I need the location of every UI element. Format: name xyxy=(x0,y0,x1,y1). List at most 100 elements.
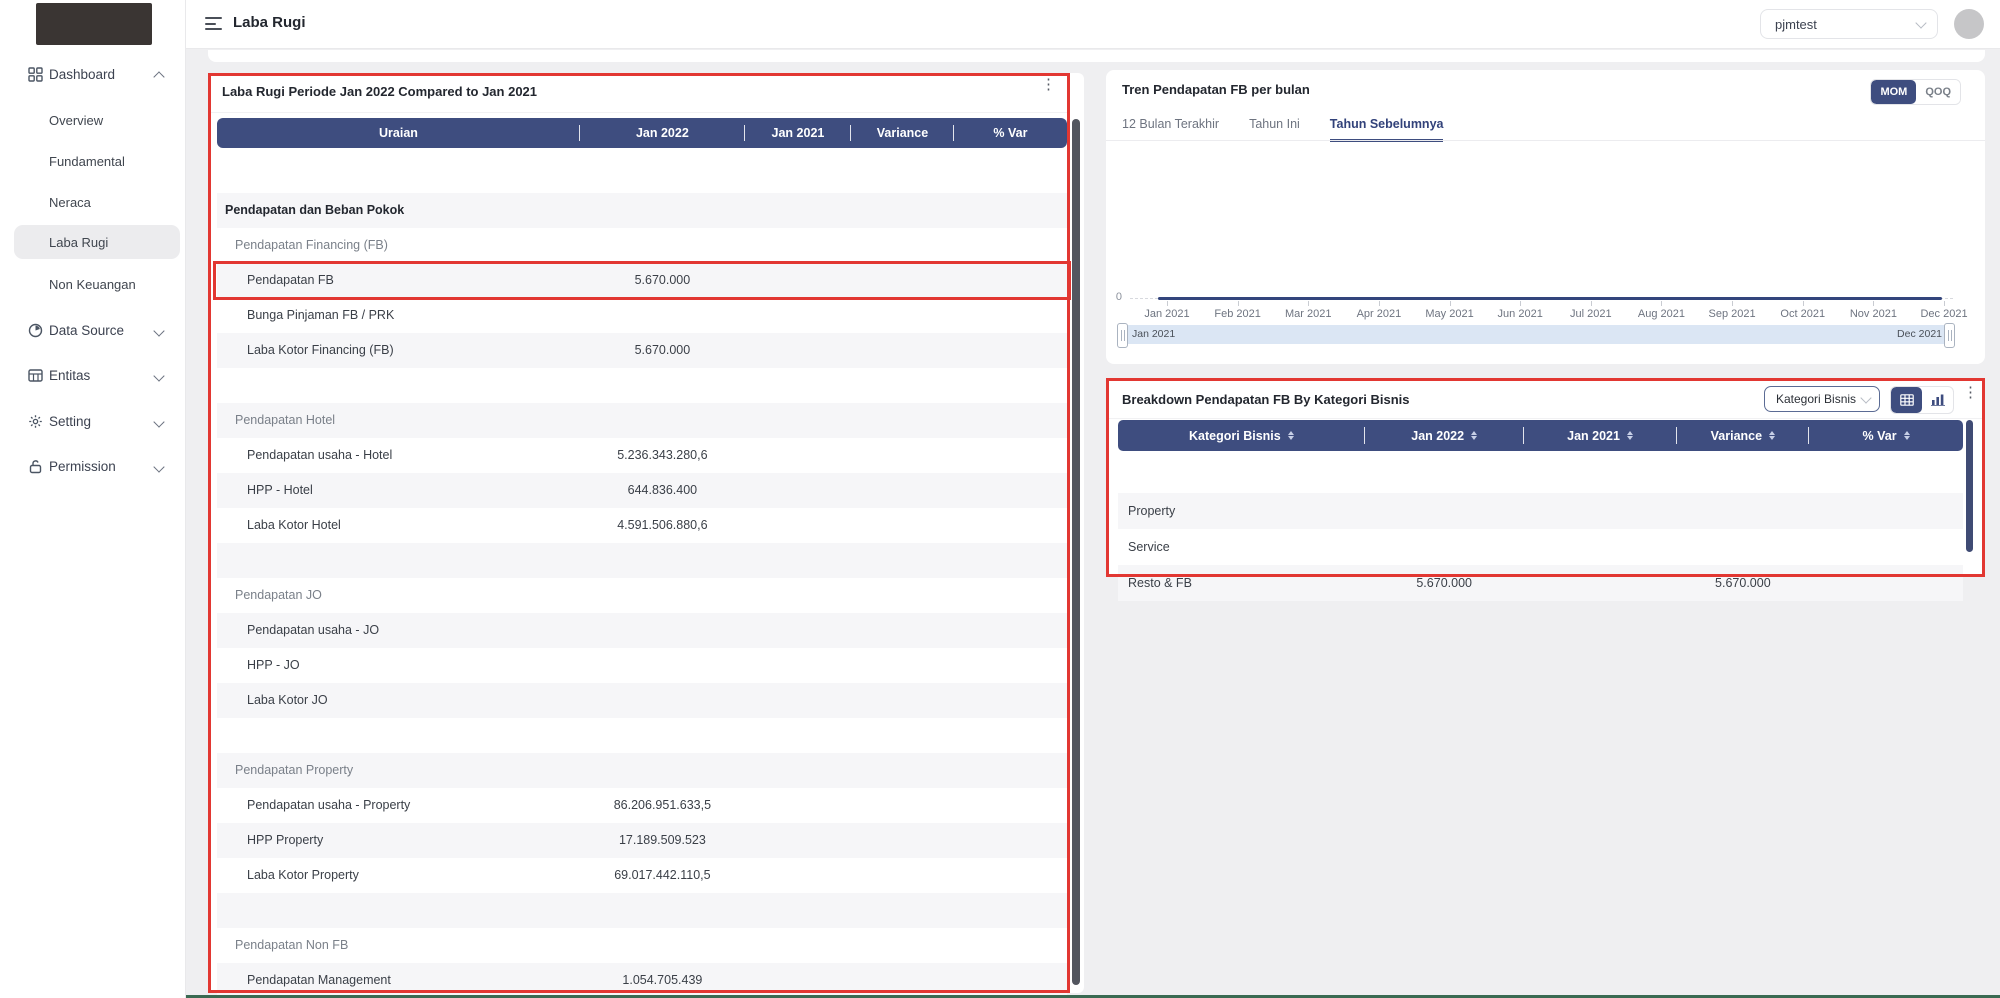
sidebar: Dashboard Overview Fundamental Neraca Laba R… xyxy=(0,0,186,998)
menu-collapse-icon[interactable] xyxy=(205,17,222,30)
sidebar-item-label: Laba Rugi xyxy=(49,235,108,250)
x-axis-tick xyxy=(1450,301,1451,306)
kebab-menu-icon[interactable]: ⋮ xyxy=(1963,390,1978,395)
sidebar-item-data-source[interactable]: Data Source xyxy=(0,313,185,347)
table-row-pendapatan-non-fb: Pendapatan Non FB xyxy=(217,928,1067,963)
table-row-pendapatan-management[interactable]: Pendapatan Management1.054.705.439 xyxy=(217,963,1067,998)
sort-icon[interactable] xyxy=(1627,431,1633,441)
column-header-jan-2022[interactable]: Jan 2022 xyxy=(1365,420,1524,451)
table-row-laba-kotor-financing-fb-[interactable]: Laba Kotor Financing (FB)5.670.000 xyxy=(217,333,1067,368)
row-label: Pendapatan Management xyxy=(247,973,391,987)
table-row-pendapatan-property: Pendapatan Property xyxy=(217,753,1067,788)
chevron-down-icon xyxy=(153,325,164,336)
table-row-laba-kotor-hotel[interactable]: Laba Kotor Hotel4.591.506.880,6 xyxy=(217,508,1067,543)
table-row-pendapatan-jo: Pendapatan JO xyxy=(217,578,1067,613)
laba-rugi-table-panel: Laba Rugi Periode Jan 2022 Compared to J… xyxy=(208,73,1084,993)
column-header--var[interactable]: % Var xyxy=(1809,420,1963,451)
panel-title: Laba Rugi Periode Jan 2022 Compared to J… xyxy=(222,84,537,99)
sidebar-item-non-keuangan[interactable]: Non Keuangan xyxy=(0,267,185,301)
x-axis-label: Apr 2021 xyxy=(1344,308,1414,320)
jan-2022-value: 5.236.343.280,6 xyxy=(580,448,745,462)
table-row-pendapatan-usaha-jo[interactable]: Pendapatan usaha - JO xyxy=(217,613,1067,648)
row-label: HPP - Hotel xyxy=(247,483,313,497)
trend-chart-panel: Tren Pendapatan FB per bulan MOMQOQ 12 B… xyxy=(1106,70,1985,364)
tab-tahun-sebelumnya[interactable]: Tahun Sebelumnya xyxy=(1330,117,1444,142)
table-row-bunga-pinjaman-fb-prk[interactable]: Bunga Pinjaman FB / PRK xyxy=(217,298,1067,333)
toggle-mom-button[interactable]: MOM xyxy=(1871,80,1916,104)
row-label: Bunga Pinjaman FB / PRK xyxy=(247,308,394,322)
slider-start-label: Jan 2021 xyxy=(1132,328,1175,340)
row-label: Laba Kotor Hotel xyxy=(247,518,341,532)
table-row-pendapatan-financing-fb-: Pendapatan Financing (FB) xyxy=(217,228,1067,263)
sort-icon[interactable] xyxy=(1769,431,1775,441)
column-header-label: % Var xyxy=(993,126,1027,140)
column-header-label: Jan 2022 xyxy=(1411,429,1464,443)
table-row-pendapatan-usaha-hotel[interactable]: Pendapatan usaha - Hotel5.236.343.280,6 xyxy=(217,438,1067,473)
column-header-jan-2021[interactable]: Jan 2021 xyxy=(1524,420,1677,451)
breakdown-panel: Breakdown Pendapatan FB By Kategori Bisn… xyxy=(1106,378,1985,577)
setting-icon xyxy=(27,413,43,429)
sidebar-item-entitas[interactable]: Entitas xyxy=(0,358,185,392)
chart-view-button[interactable] xyxy=(1922,387,1953,413)
chevron-down-icon xyxy=(153,461,164,472)
sidebar-item-overview[interactable]: Overview xyxy=(0,103,185,137)
slider-left-handle[interactable] xyxy=(1117,323,1128,348)
vertical-scrollbar[interactable] xyxy=(1072,119,1080,985)
sidebar-item-neraca[interactable]: Neraca xyxy=(0,185,185,219)
category-label: Property xyxy=(1128,504,1175,518)
table-row-pendapatan-usaha-property[interactable]: Pendapatan usaha - Property86.206.951.63… xyxy=(217,788,1067,823)
sort-icon[interactable] xyxy=(1904,431,1910,441)
toggle-qoq-button[interactable]: QOQ xyxy=(1916,80,1960,104)
table-row-laba-kotor-property[interactable]: Laba Kotor Property 69.017.442.110,5 xyxy=(217,858,1067,893)
sort-icon[interactable] xyxy=(1471,431,1477,441)
collapsed-filter-strip xyxy=(208,50,1985,62)
app-root: Dashboard Overview Fundamental Neraca Laba R… xyxy=(0,0,2000,998)
sidebar-item-label: Data Source xyxy=(49,323,124,338)
column-header-jan-2022: Jan 2022 xyxy=(580,118,745,148)
sidebar-item-label: Entitas xyxy=(49,368,90,383)
tab-12-bulan-terakhir[interactable]: 12 Bulan Terakhir xyxy=(1122,117,1219,142)
avatar[interactable] xyxy=(1954,9,1984,39)
table-row-laba-kotor-jo[interactable]: Laba Kotor JO xyxy=(217,683,1067,718)
sidebar-item-setting[interactable]: Setting xyxy=(0,404,185,438)
x-axis-tick xyxy=(1238,301,1239,306)
sidebar-item-permission[interactable]: Permission xyxy=(0,449,185,483)
jan-2022-value: 69.017.442.110,5 xyxy=(580,868,745,882)
x-axis-label: Jun 2021 xyxy=(1485,308,1555,320)
x-axis-tick xyxy=(1661,301,1662,306)
row-label: Laba Kotor Property xyxy=(247,868,359,882)
sidebar-item-laba-rugi[interactable]: Laba Rugi xyxy=(0,225,185,259)
column-header-kategori-bisnis[interactable]: Kategori Bisnis xyxy=(1118,420,1365,451)
series-line xyxy=(1158,297,1942,300)
table-row-empty xyxy=(217,893,1067,928)
table-view-button[interactable] xyxy=(1891,387,1922,413)
table-row-hpp-hotel[interactable]: HPP - Hotel644.836.400 xyxy=(217,473,1067,508)
table-row-hpp-jo[interactable]: HPP - JO xyxy=(217,648,1067,683)
x-axis-tick xyxy=(1591,301,1592,306)
x-axis-label: Feb 2021 xyxy=(1203,308,1273,320)
chart-title: Tren Pendapatan FB per bulan xyxy=(1122,82,1310,97)
tab-tahun-ini[interactable]: Tahun Ini xyxy=(1249,117,1300,142)
column-header-variance: Variance xyxy=(851,118,954,148)
breakdown-dimension-select[interactable]: Kategori Bisnis xyxy=(1764,386,1880,412)
table-row-hpp-property[interactable]: HPP Property17.189.509.523 xyxy=(217,823,1067,858)
column-header-label: Uraian xyxy=(379,126,418,140)
sidebar-item-dashboard[interactable]: Dashboard xyxy=(0,57,185,91)
category-label: Service xyxy=(1128,540,1170,554)
user-select[interactable]: pjmtest xyxy=(1760,9,1938,39)
row-label: Pendapatan dan Beban Pokok xyxy=(225,203,404,217)
sidebar-item-fundamental[interactable]: Fundamental xyxy=(0,144,185,178)
row-label: Pendapatan usaha - JO xyxy=(247,623,379,637)
row-label: Pendapatan JO xyxy=(235,588,322,602)
table-row-pendapatan-fb[interactable]: Pendapatan FB5.670.000 xyxy=(217,263,1067,298)
row-label: Pendapatan FB xyxy=(247,273,334,287)
x-axis-tick xyxy=(1308,301,1309,306)
kebab-menu-icon[interactable]: ⋮ xyxy=(1041,82,1056,87)
column-header-variance[interactable]: Variance xyxy=(1677,420,1810,451)
slider-right-handle[interactable] xyxy=(1944,323,1955,348)
sort-icon[interactable] xyxy=(1288,431,1294,441)
x-axis-tick xyxy=(1803,301,1804,306)
date-range-slider[interactable]: Jan 2021 Dec 2021 xyxy=(1122,325,1950,344)
sidebar-item-label: Permission xyxy=(49,459,116,474)
vertical-scrollbar[interactable] xyxy=(1966,420,1973,552)
